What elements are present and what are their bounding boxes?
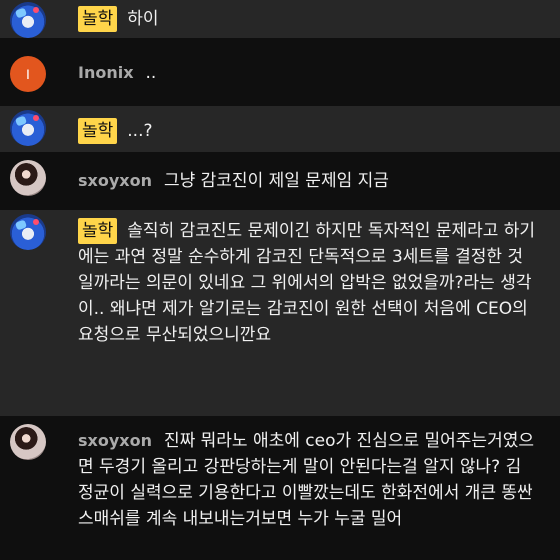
message-text: 솔직히 감코진도 문제이긴 하지만 독자적인 문제라고 하기에는 과연 정말 순… — [78, 221, 536, 345]
author-badge[interactable]: 놀학 — [78, 218, 118, 244]
author-name[interactable]: sxoyxon — [78, 168, 152, 194]
author-name[interactable]: sxoyxon — [78, 428, 152, 454]
chat-message: 놀학 ...? — [0, 106, 560, 152]
chat-message: I Inonix .. — [0, 38, 560, 106]
live-chat-list[interactable]: 놀학 하이 I Inonix .. 놀학 ...? sxoyxon 그냥 감코진… — [0, 0, 560, 560]
message-text: 그냥 감코진이 제일 문제임 지금 — [163, 171, 389, 191]
chat-message: sxoyxon 진짜 뭐라노 애초에 ceo가 진심으로 밀어주는거였으면 두경… — [0, 416, 560, 560]
author-avatar[interactable] — [10, 214, 46, 250]
avatar-letter: I — [26, 66, 30, 82]
author-avatar[interactable] — [10, 2, 46, 38]
author-avatar[interactable] — [10, 110, 46, 146]
author-avatar[interactable] — [10, 424, 46, 460]
message-text: 하이 — [127, 9, 159, 29]
author-name[interactable]: Inonix — [78, 60, 134, 86]
chat-message: 놀학 하이 — [0, 0, 560, 38]
message-text: ...? — [127, 121, 153, 141]
author-avatar[interactable] — [10, 160, 46, 196]
author-badge[interactable]: 놀학 — [78, 118, 118, 144]
chat-message: 놀학 솔직히 감코진도 문제이긴 하지만 독자적인 문제라고 하기에는 과연 정… — [0, 210, 560, 416]
chat-message: sxoyxon 그냥 감코진이 제일 문제임 지금 — [0, 152, 560, 210]
message-text: .. — [145, 63, 157, 83]
author-badge[interactable]: 놀학 — [78, 6, 118, 32]
author-avatar[interactable]: I — [10, 56, 46, 92]
